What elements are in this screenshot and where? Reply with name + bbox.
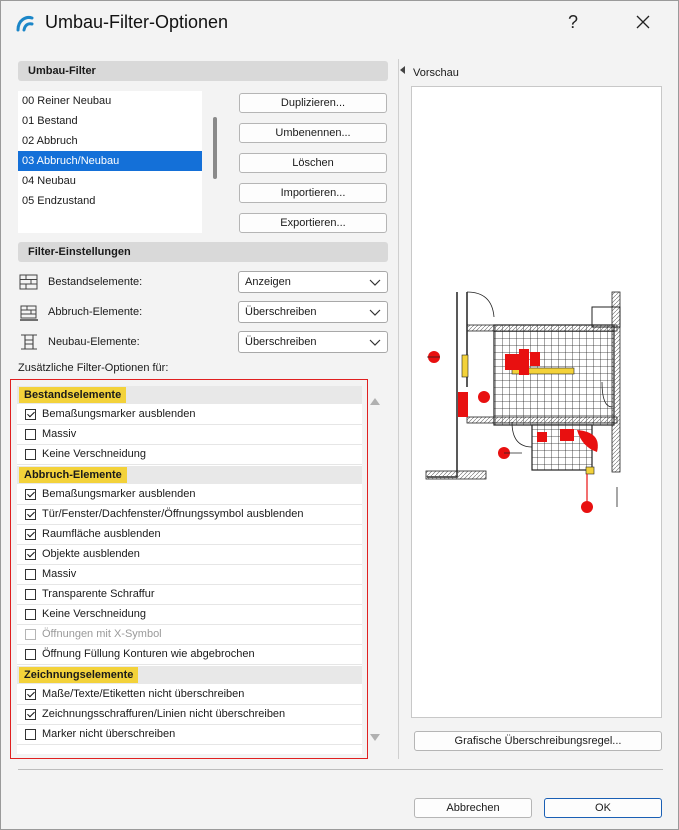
new-elements-label: Neubau-Elemente: <box>48 336 140 348</box>
preview-area <box>411 86 662 718</box>
scroll-down-arrow-icon[interactable] <box>369 733 381 743</box>
filter-list[interactable]: 00 Reiner Neubau 01 Bestand 02 Abbruch 0… <box>18 91 202 233</box>
title-bar: Umbau-Filter-Optionen ? <box>1 1 678 45</box>
demolish-icon <box>20 305 38 321</box>
ok-button[interactable]: OK <box>544 798 662 818</box>
dialog-title: Umbau-Filter-Optionen <box>45 12 229 32</box>
demolition-elements-value: Überschreiben <box>245 306 317 318</box>
close-icon <box>636 15 650 29</box>
import-button[interactable]: Importieren... <box>239 183 387 203</box>
umbau-filter-header: Umbau-Filter <box>18 61 388 81</box>
close-button[interactable] <box>629 7 657 37</box>
existing-elements-label: Bestandselemente: <box>48 276 143 288</box>
brick-wall-icon <box>19 274 38 290</box>
panel-divider[interactable] <box>398 59 399 759</box>
filter-settings-header: Filter-Einstellungen <box>18 242 388 262</box>
chevron-down-icon <box>369 309 381 316</box>
filter-list-item-selected[interactable]: 03 Abbruch/Neubau <box>18 151 202 171</box>
demolition-elements-label: Abbruch-Elemente: <box>48 306 143 318</box>
existing-elements-value: Anzeigen <box>245 276 291 288</box>
demolition-elements-select[interactable]: Überschreiben <box>238 301 388 323</box>
new-elements-value: Überschreiben <box>245 336 317 348</box>
scroll-up-arrow-icon[interactable] <box>369 396 381 406</box>
cancel-button[interactable]: Abbrechen <box>414 798 532 818</box>
export-button[interactable]: Exportieren... <box>239 213 387 233</box>
help-button[interactable]: ? <box>559 7 587 37</box>
chevron-down-icon <box>369 339 381 346</box>
rename-button[interactable]: Umbenennen... <box>239 123 387 143</box>
filter-list-item[interactable]: 00 Reiner Neubau <box>18 91 202 111</box>
archicad-logo-icon <box>16 16 34 32</box>
filter-list-item[interactable]: 04 Neubau <box>18 171 202 191</box>
existing-elements-select[interactable]: Anzeigen <box>238 271 388 293</box>
filter-list-item[interactable]: 05 Endzustand <box>18 191 202 211</box>
new-elements-select[interactable]: Überschreiben <box>238 331 388 353</box>
collapse-arrow-icon[interactable] <box>400 66 406 74</box>
graphic-override-button[interactable]: Grafische Überschreibungsregel... <box>414 731 662 751</box>
additional-options-title: Zusätzliche Filter-Optionen für: <box>18 362 169 374</box>
preview-label: Vorschau <box>413 67 459 79</box>
highlight-frame <box>10 379 368 759</box>
filter-list-scrollbar[interactable] <box>213 117 217 179</box>
footer-divider <box>18 769 663 770</box>
filter-list-item[interactable]: 01 Bestand <box>18 111 202 131</box>
filter-list-item[interactable]: 02 Abbruch <box>18 131 202 151</box>
chevron-down-icon <box>369 279 381 286</box>
delete-button[interactable]: Löschen <box>239 153 387 173</box>
dialog-window: Umbau-Filter-Optionen ? Umbau-Filter 00 … <box>0 0 679 830</box>
duplicate-button[interactable]: Duplizieren... <box>239 93 387 113</box>
new-construction-icon <box>21 334 37 350</box>
floor-plan-preview <box>425 291 621 513</box>
